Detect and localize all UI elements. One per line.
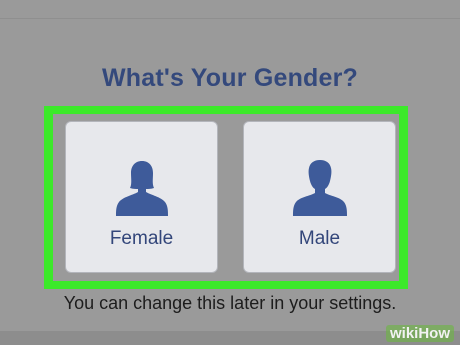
male-label: Male	[298, 228, 341, 249]
female-option-button[interactable]: Female	[65, 121, 218, 273]
female-label: Female	[109, 228, 174, 249]
male-silhouette-icon	[293, 160, 347, 216]
watermark-logo: wikiHow	[385, 325, 454, 342]
helper-text: You can change this later in your settin…	[63, 293, 397, 313]
male-option-button[interactable]: Male	[243, 121, 396, 273]
top-divider	[0, 18, 460, 19]
female-silhouette-icon	[116, 161, 168, 216]
gender-options: Female Male	[53, 114, 399, 281]
page-title: What's Your Gender?	[101, 64, 359, 92]
